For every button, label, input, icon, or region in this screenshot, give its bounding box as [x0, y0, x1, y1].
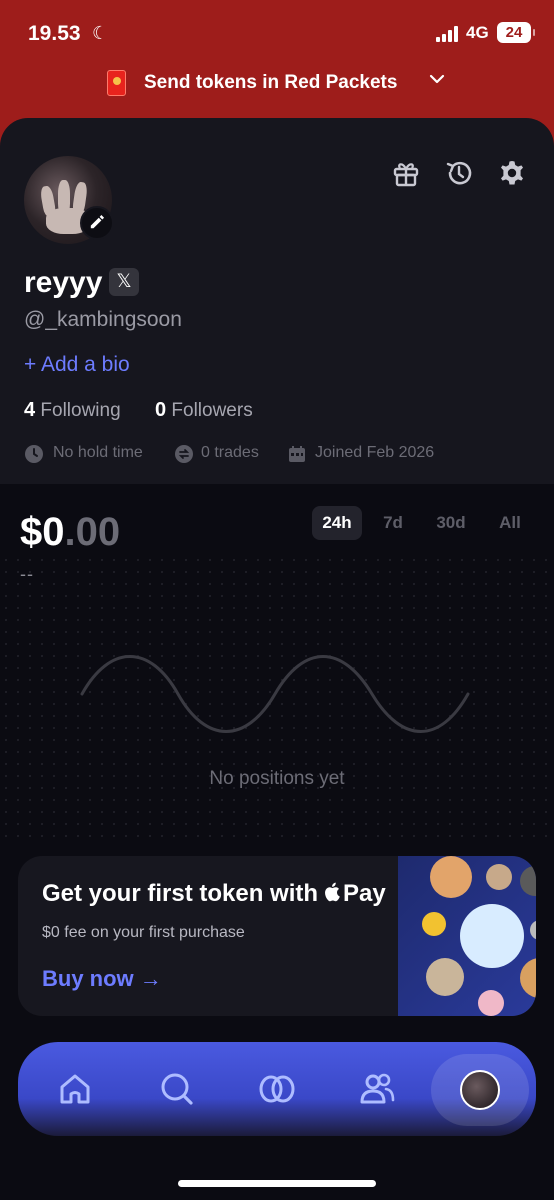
range-7d[interactable]: 7d [370, 506, 416, 540]
handle: @_kambingsoon [24, 308, 182, 331]
battery-icon: 24 [497, 22, 535, 43]
portfolio-section: $0.00 -- 24h 7d 30d All No positions yet [0, 484, 554, 844]
following-label: Following [40, 400, 121, 421]
calendar-icon [289, 446, 305, 462]
moon-icon: ☾ [92, 23, 109, 43]
token-icon [486, 864, 512, 890]
penguin-token-icon [460, 904, 524, 968]
token-icon [478, 990, 504, 1016]
username: reyyy [24, 266, 103, 299]
range-all[interactable]: All [488, 506, 532, 540]
status-bar: 19.53 ☾ 4G 24 [0, 0, 554, 64]
pay-label: Pay [343, 880, 386, 907]
range-selector: 24h 7d 30d All [312, 506, 534, 540]
trades-count: 0 trades [201, 444, 259, 461]
dog-hat-token-icon [430, 856, 472, 898]
red-packets-banner[interactable]: Send tokens in Red Packets [0, 64, 554, 104]
followers-count: 0 [155, 399, 167, 421]
buy-now-button[interactable]: Buy now → [42, 966, 162, 992]
promo-title-text: Get your first token with [42, 880, 319, 907]
add-bio-link[interactable]: + Add a bio [24, 353, 130, 377]
following-link[interactable]: 4 Following [24, 399, 121, 422]
search-icon[interactable] [158, 1070, 196, 1108]
chevron-down-icon[interactable] [428, 70, 446, 88]
balance-decimals: .00 [64, 510, 121, 554]
balance-main: $0 [20, 510, 65, 554]
empty-wave-graphic [80, 655, 470, 733]
signal-icon [436, 26, 458, 42]
status-time: 19.53 [28, 22, 81, 45]
token-icon [422, 912, 446, 936]
edit-avatar-button[interactable] [80, 206, 114, 240]
bottom-nav [18, 1042, 536, 1136]
cat-token-icon [426, 958, 464, 996]
followers-link[interactable]: 0 Followers [155, 399, 253, 422]
following-count: 4 [24, 399, 36, 421]
history-icon[interactable] [444, 158, 474, 188]
home-indicator[interactable] [178, 1180, 376, 1187]
profile-avatar [460, 1070, 500, 1110]
people-icon[interactable] [358, 1070, 396, 1108]
swap-icon [175, 445, 193, 463]
trade-icon[interactable] [258, 1070, 296, 1108]
nav-profile-tab[interactable] [431, 1054, 529, 1126]
pencil-icon [90, 215, 105, 229]
range-24h[interactable]: 24h [312, 506, 362, 540]
followers-label: Followers [171, 400, 253, 421]
red-packets-label: Send tokens in Red Packets [144, 72, 398, 93]
doge-token-icon [520, 958, 536, 998]
apple-pay-promo-card[interactable]: Get your first token with Pay $0 fee on y… [18, 856, 536, 1016]
joined-date: Joined Feb 2026 [315, 444, 435, 461]
hold-time: No hold time [53, 444, 143, 461]
apple-logo-icon [325, 882, 340, 902]
promo-card-title: Get your first token with Pay [42, 880, 386, 908]
red-packet-icon [107, 70, 126, 96]
portfolio-balance: $0.00 [20, 510, 120, 555]
balance-change: -- [20, 564, 34, 584]
gear-icon[interactable] [497, 158, 527, 188]
home-icon[interactable] [56, 1070, 94, 1108]
profile-header: reyyy 𝕏 @_kambingsoon + Add a bio 4 Foll… [0, 118, 554, 484]
empty-positions-message: No positions yet [209, 768, 345, 789]
promo-card-subtitle: $0 fee on your first purchase [42, 924, 245, 941]
x-icon[interactable]: 𝕏 [109, 268, 139, 296]
range-30d[interactable]: 30d [426, 506, 476, 540]
network-label: 4G [466, 23, 489, 42]
token-icon [520, 866, 536, 896]
clock-icon [25, 445, 43, 463]
meme-tokens-illustration [398, 856, 536, 1016]
token-icon [530, 920, 536, 940]
gift-icon[interactable] [391, 158, 421, 188]
